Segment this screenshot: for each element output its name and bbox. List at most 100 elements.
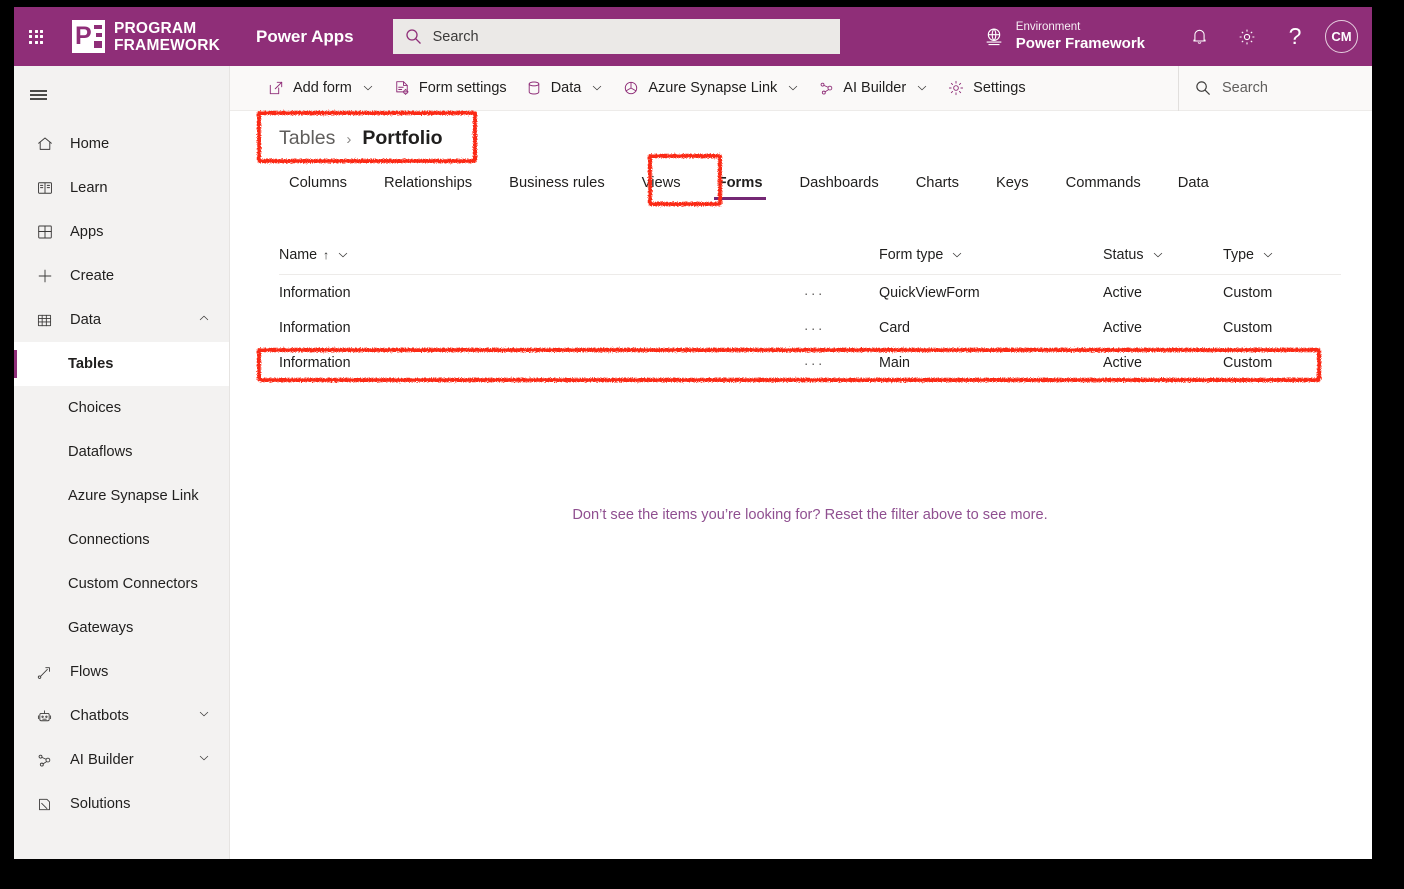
settings-button[interactable] bbox=[1223, 7, 1271, 66]
chevron-down-icon[interactable] bbox=[590, 81, 604, 95]
column-header-name[interactable]: Name ↑ bbox=[279, 247, 879, 263]
chevron-down-icon[interactable] bbox=[336, 248, 350, 262]
tab-label: Columns bbox=[289, 175, 347, 191]
command-ai-builder[interactable]: AI Builder bbox=[809, 66, 938, 111]
row-overflow-menu-icon[interactable]: ··· bbox=[804, 320, 825, 336]
sidebar-item-choices[interactable]: Choices bbox=[14, 386, 229, 430]
chevron-up-icon[interactable] bbox=[197, 311, 211, 329]
grid-search-placeholder: Search bbox=[1222, 80, 1268, 96]
add-form-icon bbox=[267, 79, 285, 97]
tab-business-rules[interactable]: Business rules bbox=[498, 167, 616, 199]
tab-charts[interactable]: Charts bbox=[905, 167, 970, 199]
tab-label: Dashboards bbox=[799, 175, 879, 191]
cell-status: Active bbox=[1103, 284, 1142, 301]
tab-label: Forms bbox=[717, 175, 763, 191]
column-header-form-type[interactable]: Form type bbox=[879, 247, 1103, 263]
tab-columns[interactable]: Columns bbox=[278, 167, 358, 199]
cell-form-type: QuickViewForm bbox=[879, 284, 980, 301]
row-overflow-menu-icon[interactable]: ··· bbox=[804, 285, 825, 301]
chevron-down-icon[interactable] bbox=[786, 81, 800, 95]
command-label: Form settings bbox=[418, 80, 507, 96]
brand-line-1: PROGRAM bbox=[114, 19, 197, 37]
command-label: Data bbox=[550, 80, 582, 96]
sidebar-item-learn[interactable]: Learn bbox=[14, 166, 229, 210]
sidebar-item-solutions[interactable]: Solutions bbox=[14, 782, 229, 826]
table-row[interactable]: Information ··· Card Active Custom bbox=[279, 310, 1341, 345]
form-settings-icon bbox=[393, 79, 411, 97]
entity-tabs: Columns Relationships Business rules Views F… bbox=[278, 167, 1235, 200]
environment-name: Power Framework bbox=[1015, 35, 1145, 53]
chevron-down-icon[interactable] bbox=[915, 81, 929, 95]
tab-keys[interactable]: Keys bbox=[985, 167, 1040, 199]
breadcrumb-separator-icon: › bbox=[346, 131, 352, 148]
global-search-input[interactable]: Search bbox=[392, 19, 840, 54]
brand-logo[interactable]: P PROGRAM FRAMEWORK bbox=[72, 20, 220, 54]
sidebar-item-apps[interactable]: Apps bbox=[14, 210, 229, 254]
sidebar-item-data[interactable]: Data bbox=[14, 298, 229, 342]
command-label: Settings bbox=[973, 80, 1026, 96]
sidebar-item-chatbots[interactable]: Chatbots bbox=[14, 694, 229, 738]
app-title[interactable]: Power Apps bbox=[256, 27, 354, 47]
sidebar-item-label: Create bbox=[70, 268, 115, 284]
sort-ascending-icon: ↑ bbox=[323, 247, 330, 262]
synapse-icon bbox=[622, 79, 640, 97]
page-title: Portfolio bbox=[362, 127, 443, 149]
tab-views[interactable]: Views bbox=[631, 167, 692, 199]
sidebar-item-home[interactable]: Home bbox=[14, 122, 229, 166]
row-overflow-menu-icon[interactable]: ··· bbox=[804, 355, 825, 371]
chevron-down-icon[interactable] bbox=[361, 81, 375, 95]
column-header-status[interactable]: Status bbox=[1103, 247, 1223, 263]
cell-name[interactable]: Information ··· bbox=[279, 320, 879, 336]
sidebar-item-connections[interactable]: Connections bbox=[14, 518, 229, 562]
tab-dashboards[interactable]: Dashboards bbox=[788, 167, 889, 199]
sidebar-item-flows[interactable]: Flows bbox=[14, 650, 229, 694]
cell-type: Custom bbox=[1223, 354, 1273, 371]
tab-forms[interactable]: Forms bbox=[707, 167, 774, 200]
chevron-down-icon[interactable] bbox=[197, 751, 211, 769]
reset-filter-message[interactable]: Don’t see the items you’re looking for? … bbox=[279, 507, 1341, 523]
sidebar-item-label: AI Builder bbox=[70, 752, 134, 768]
sidebar-item-dataflows[interactable]: Dataflows bbox=[14, 430, 229, 474]
tab-relationships[interactable]: Relationships bbox=[373, 167, 483, 199]
command-azure-synapse-link[interactable]: Azure Synapse Link bbox=[613, 66, 809, 111]
breadcrumb-tables-link[interactable]: Tables bbox=[279, 127, 335, 150]
cell-name[interactable]: Information ··· bbox=[279, 285, 879, 301]
sidebar-item-ai-builder[interactable]: AI Builder bbox=[14, 738, 229, 782]
environment-picker[interactable]: Environment Power Framework bbox=[983, 20, 1145, 54]
sidebar-item-create[interactable]: Create bbox=[14, 254, 229, 298]
column-header-label: Form type bbox=[879, 246, 944, 263]
sidebar-item-gateways[interactable]: Gateways bbox=[14, 606, 229, 650]
program-framework-logo-icon: P bbox=[72, 20, 105, 53]
apps-grid-icon bbox=[36, 223, 58, 241]
sidebar-item-tables[interactable]: Tables bbox=[14, 342, 229, 386]
column-header-type[interactable]: Type bbox=[1223, 247, 1341, 263]
chevron-down-icon[interactable] bbox=[1261, 248, 1275, 262]
sidebar-item-azure-synapse-link[interactable]: Azure Synapse Link bbox=[14, 474, 229, 518]
suite-header-actions: Environment Power Framework ? CM bbox=[983, 7, 1372, 66]
command-settings[interactable]: Settings bbox=[938, 66, 1034, 111]
notifications-button[interactable] bbox=[1175, 7, 1223, 66]
command-data[interactable]: Data bbox=[516, 66, 614, 111]
environment-globe-icon bbox=[986, 27, 1002, 45]
chevron-down-icon[interactable] bbox=[1151, 248, 1165, 262]
help-button[interactable]: ? bbox=[1271, 7, 1319, 66]
chevron-down-icon[interactable] bbox=[950, 248, 964, 262]
waffle-icon[interactable] bbox=[14, 7, 58, 66]
tab-commands[interactable]: Commands bbox=[1055, 167, 1152, 199]
table-row[interactable]: Information ··· Main Active Custom bbox=[279, 345, 1341, 380]
grid-search-input[interactable]: Search bbox=[1178, 65, 1372, 111]
tab-data[interactable]: Data bbox=[1167, 167, 1220, 199]
sidebar-item-label: Custom Connectors bbox=[68, 576, 198, 592]
cell-status: Active bbox=[1103, 354, 1142, 371]
avatar[interactable]: CM bbox=[1325, 20, 1358, 53]
column-header-label: Status bbox=[1103, 246, 1144, 263]
chevron-down-icon[interactable] bbox=[197, 707, 211, 725]
command-add-form[interactable]: Add form bbox=[258, 66, 384, 111]
command-label: Azure Synapse Link bbox=[648, 80, 778, 96]
cell-name[interactable]: Information ··· bbox=[279, 355, 879, 371]
sidebar-item-custom-connectors[interactable]: Custom Connectors bbox=[14, 562, 229, 606]
hamburger-menu-icon[interactable] bbox=[14, 73, 62, 117]
suite-header: P PROGRAM FRAMEWORK Power Apps Search En… bbox=[14, 7, 1372, 66]
table-row[interactable]: Information ··· QuickViewForm Active Custom bbox=[279, 275, 1341, 310]
command-form-settings[interactable]: Form settings bbox=[384, 66, 516, 111]
